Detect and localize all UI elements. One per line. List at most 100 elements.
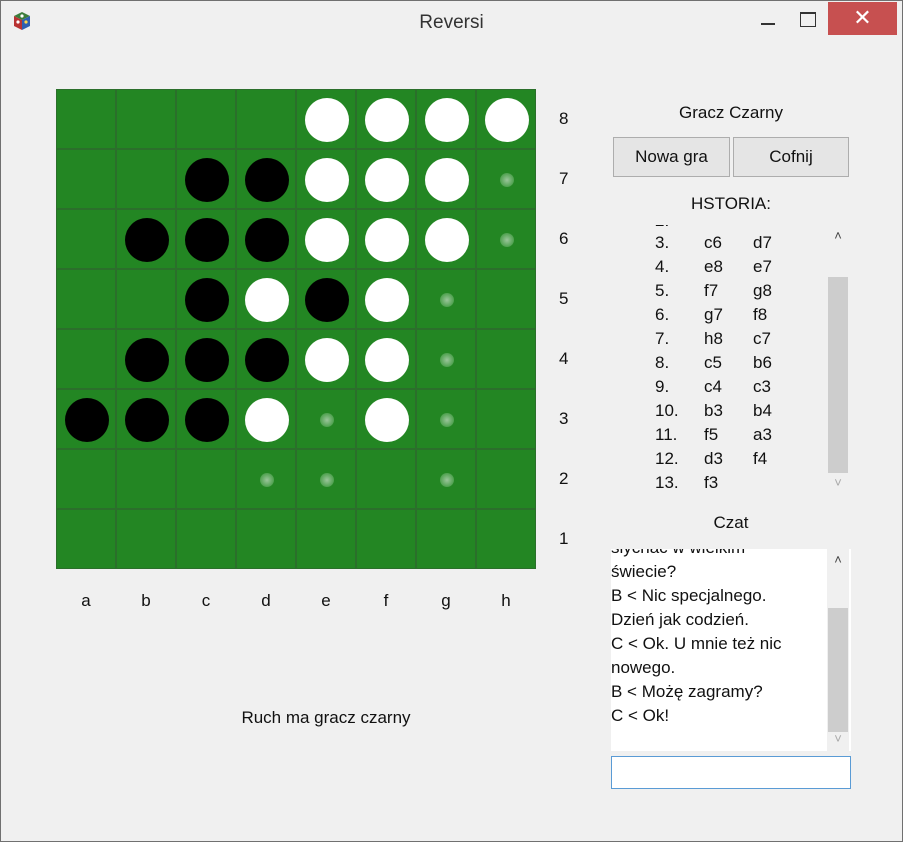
history-scroll-up-icon[interactable]: ˄ [828,228,848,248]
board-square-a5[interactable] [56,269,116,329]
board-square-d4[interactable] [236,329,296,389]
board-square-h3[interactable] [476,389,536,449]
black-disc [185,338,229,382]
board-square-a3[interactable] [56,389,116,449]
board-square-b3[interactable] [116,389,176,449]
board-square-h8[interactable] [476,89,536,149]
board-square-f2[interactable] [356,449,416,509]
board-square-c1[interactable] [176,509,236,569]
board-square-a8[interactable] [56,89,116,149]
white-disc [245,278,289,322]
board-square-g8[interactable] [416,89,476,149]
black-disc [245,158,289,202]
history-scrollbar[interactable]: ˄ ˅ [827,225,849,495]
board-square-g3[interactable] [416,389,476,449]
chat-scroll-down-icon[interactable]: ˅ [828,731,848,751]
board-square-a6[interactable] [56,209,116,269]
board-square-c7[interactable] [176,149,236,209]
black-disc [245,218,289,262]
new-game-button[interactable]: Nowa gra [613,137,730,177]
black-disc [185,398,229,442]
board-square-b7[interactable] [116,149,176,209]
history-row: 12. d3 f4 [655,449,768,468]
chat-log: słychać w wielkim świecie? B < Nic specjal… [611,549,851,751]
board-square-h4[interactable] [476,329,536,389]
white-disc [305,218,349,262]
board-square-h2[interactable] [476,449,536,509]
chat-scrollbar[interactable]: ˄ ˅ [827,549,849,751]
board-square-c4[interactable] [176,329,236,389]
board-square-c2[interactable] [176,449,236,509]
board-square-e2[interactable] [296,449,356,509]
board-square-h1[interactable] [476,509,536,569]
board-square-c5[interactable] [176,269,236,329]
history-scroll-down-icon[interactable]: ˅ [828,475,848,495]
rank-label: 5 [559,289,569,308]
black-disc [185,158,229,202]
black-disc [125,218,169,262]
move-hint-dot [500,233,514,247]
board-square-f5[interactable] [356,269,416,329]
board-square-d6[interactable] [236,209,296,269]
board-square-e4[interactable] [296,329,356,389]
chat-scroll-thumb[interactable] [828,608,848,732]
board-square-b2[interactable] [116,449,176,509]
maximize-button[interactable] [793,9,823,35]
board-square-f8[interactable] [356,89,416,149]
board-square-e8[interactable] [296,89,356,149]
chat-label: Czat [713,513,749,532]
file-label: f [383,591,389,610]
board-square-h7[interactable] [476,149,536,209]
board-square-g5[interactable] [416,269,476,329]
board-square-e6[interactable] [296,209,356,269]
board-square-e5[interactable] [296,269,356,329]
board-square-g6[interactable] [416,209,476,269]
board-square-c6[interactable] [176,209,236,269]
board-square-g4[interactable] [416,329,476,389]
board-square-d5[interactable] [236,269,296,329]
board-square-f3[interactable] [356,389,416,449]
game-board[interactable] [56,89,536,569]
board-square-c8[interactable] [176,89,236,149]
file-label: g [441,591,451,610]
board-square-d7[interactable] [236,149,296,209]
board-square-f7[interactable] [356,149,416,209]
board-square-a1[interactable] [56,509,116,569]
board-square-b4[interactable] [116,329,176,389]
board-square-b6[interactable] [116,209,176,269]
board-square-c3[interactable] [176,389,236,449]
board-square-a7[interactable] [56,149,116,209]
title-bar[interactable]: Reversi ✕ [1,1,902,43]
white-disc [425,218,469,262]
board-square-f1[interactable] [356,509,416,569]
board-square-e7[interactable] [296,149,356,209]
board-square-b8[interactable] [116,89,176,149]
board-square-f6[interactable] [356,209,416,269]
board-square-e1[interactable] [296,509,356,569]
chat-scroll-up-icon[interactable]: ˄ [828,552,848,572]
board-square-d1[interactable] [236,509,296,569]
board-square-d2[interactable] [236,449,296,509]
chat-line: Dzień jak codzień. [611,610,749,629]
board-square-e3[interactable] [296,389,356,449]
board-square-h5[interactable] [476,269,536,329]
board-square-a2[interactable] [56,449,116,509]
close-button[interactable]: ✕ [828,2,897,35]
board-square-d3[interactable] [236,389,296,449]
board-square-b5[interactable] [116,269,176,329]
chat-input[interactable] [611,756,851,789]
board-square-b1[interactable] [116,509,176,569]
board-square-g2[interactable] [416,449,476,509]
board-square-d8[interactable] [236,89,296,149]
move-hint-dot [320,473,334,487]
board-square-h6[interactable] [476,209,536,269]
board-square-g1[interactable] [416,509,476,569]
board-square-f4[interactable] [356,329,416,389]
white-disc [365,98,409,142]
board-square-a4[interactable] [56,329,116,389]
history-scroll-thumb[interactable] [828,277,848,473]
undo-button[interactable]: Cofnij [733,137,849,177]
board-square-g7[interactable] [416,149,476,209]
white-disc [305,98,349,142]
minimize-button[interactable] [751,9,785,35]
